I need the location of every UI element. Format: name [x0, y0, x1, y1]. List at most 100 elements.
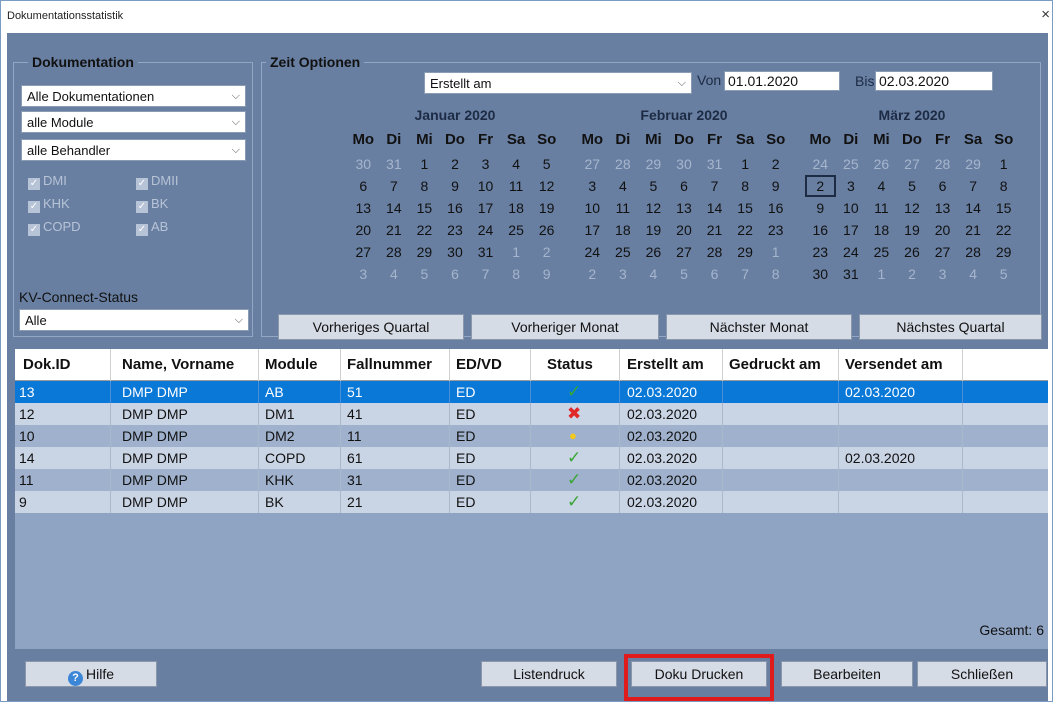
behandler-select[interactable]: alle Behandler ⌵ — [21, 139, 246, 161]
column-header-erstellt[interactable]: Erstellt am — [620, 349, 723, 381]
calendar-day[interactable]: 8 — [988, 175, 1019, 197]
next-month-button[interactable]: Nächster Monat — [666, 314, 852, 340]
calendar-day[interactable]: 1 — [866, 263, 897, 285]
calendar-day[interactable]: 2 — [897, 263, 928, 285]
calendar-day[interactable]: 9 — [805, 197, 836, 219]
calendar-day[interactable]: 21 — [699, 219, 730, 241]
calendar-day[interactable]: 18 — [608, 219, 639, 241]
calendar-day[interactable]: 6 — [699, 263, 730, 285]
calendar-day[interactable]: 8 — [501, 263, 532, 285]
calendar-day[interactable]: 22 — [730, 219, 761, 241]
calendar-day[interactable]: 11 — [608, 197, 639, 219]
calendar-day[interactable]: 27 — [669, 241, 700, 263]
kv-connect-status-select[interactable]: Alle ⌵ — [19, 309, 249, 331]
calendar-day[interactable]: 17 — [836, 219, 867, 241]
calendar-day[interactable]: 28 — [699, 241, 730, 263]
calendar-day[interactable]: 1 — [409, 153, 440, 175]
next-quarter-button[interactable]: Nächstes Quartal — [859, 314, 1042, 340]
calendar-day[interactable]: 28 — [927, 153, 958, 175]
edit-button[interactable]: Bearbeiten — [781, 661, 913, 687]
calendar-day[interactable]: 5 — [531, 153, 562, 175]
close-button[interactable]: Schließen — [917, 661, 1047, 687]
calendar-day[interactable]: 22 — [409, 219, 440, 241]
calendar-day[interactable]: 1 — [988, 153, 1019, 175]
calendar-day[interactable]: 4 — [501, 153, 532, 175]
calendar-day[interactable]: 31 — [836, 263, 867, 285]
calendar-day[interactable]: 29 — [638, 153, 669, 175]
calendar-day[interactable]: 25 — [836, 153, 867, 175]
calendar-day[interactable]: 20 — [927, 219, 958, 241]
doku-drucken-button[interactable]: Doku Drucken — [631, 661, 767, 687]
calendar-day[interactable]: 18 — [501, 197, 532, 219]
calendar-day[interactable]: 5 — [988, 263, 1019, 285]
calendar-day[interactable]: 14 — [699, 197, 730, 219]
calendar-day[interactable]: 18 — [866, 219, 897, 241]
column-header-status[interactable]: Status — [531, 349, 620, 381]
calendar-day[interactable]: 5 — [897, 175, 928, 197]
calendar-day[interactable]: 8 — [760, 263, 791, 285]
calendar-day[interactable]: 31 — [379, 153, 410, 175]
calendar-day[interactable]: 29 — [958, 153, 989, 175]
table-row[interactable]: 14 DMP DMP COPD 61 ED ✓ 02.03.2020 02.03.2020 — [15, 447, 1048, 469]
table-row[interactable]: 11 DMP DMP KHK 31 ED ✓ 02.03.2020 — [15, 469, 1048, 491]
close-icon[interactable]: × — [1041, 7, 1050, 23]
calendar-day[interactable]: 13 — [927, 197, 958, 219]
calendar-day[interactable]: 26 — [897, 241, 928, 263]
calendar-day[interactable]: 9 — [760, 175, 791, 197]
calendar-day[interactable]: 3 — [577, 175, 608, 197]
calendar-day[interactable]: 24 — [805, 153, 836, 175]
calendar-day[interactable]: 6 — [669, 175, 700, 197]
calendar-day[interactable]: 27 — [927, 241, 958, 263]
table-row[interactable]: 10 DMP DMP DM2 11 ED ● 02.03.2020 — [15, 425, 1048, 447]
calendar-day[interactable]: 20 — [669, 219, 700, 241]
calendar-day[interactable]: 9 — [531, 263, 562, 285]
calendar-day[interactable]: 12 — [638, 197, 669, 219]
calendar-day[interactable]: 30 — [669, 153, 700, 175]
checkbox-copd[interactable]: ✓ COPD — [28, 220, 81, 236]
calendar-day[interactable]: 7 — [730, 263, 761, 285]
calendar-day[interactable]: 8 — [730, 175, 761, 197]
calendar-day[interactable]: 3 — [470, 153, 501, 175]
calendar-day[interactable]: 28 — [379, 241, 410, 263]
calendar-day[interactable]: 6 — [440, 263, 471, 285]
calendar-day[interactable]: 21 — [379, 219, 410, 241]
bis-date-input[interactable]: 02.03.2020 — [875, 71, 993, 91]
calendar-day[interactable]: 31 — [470, 241, 501, 263]
calendar-day[interactable]: 6 — [927, 175, 958, 197]
calendar-day[interactable]: 16 — [440, 197, 471, 219]
calendar-day[interactable]: 3 — [836, 175, 867, 197]
calendar-day[interactable]: 11 — [866, 197, 897, 219]
calendar-day[interactable]: 27 — [897, 153, 928, 175]
calendar-day[interactable]: 9 — [440, 175, 471, 197]
calendar-day[interactable]: 29 — [988, 241, 1019, 263]
calendar-day[interactable]: 1 — [760, 241, 791, 263]
calendar-day[interactable]: 31 — [699, 153, 730, 175]
table-row[interactable]: 13 DMP DMP AB 51 ED ✓ 02.03.2020 02.03.2020 — [15, 381, 1048, 403]
calendar-day[interactable]: 28 — [608, 153, 639, 175]
checkbox-khk[interactable]: ✓ KHK — [28, 197, 70, 213]
calendar-day[interactable]: 23 — [805, 241, 836, 263]
previous-quarter-button[interactable]: Vorheriges Quartal — [278, 314, 464, 340]
calendar-day[interactable]: 30 — [348, 153, 379, 175]
calendar-day[interactable]: 2 — [577, 263, 608, 285]
calendar-day[interactable]: 3 — [348, 263, 379, 285]
calendar-day[interactable]: 20 — [348, 219, 379, 241]
list-print-button[interactable]: Listendruck — [481, 661, 617, 687]
calendar-day[interactable]: 13 — [348, 197, 379, 219]
calendar-day[interactable]: 16 — [805, 219, 836, 241]
calendar-day[interactable]: 4 — [379, 263, 410, 285]
calendar-day[interactable]: 29 — [730, 241, 761, 263]
help-button[interactable]: ? Hilfe — [25, 661, 157, 687]
checkbox-bk[interactable]: ✓ BK — [136, 197, 168, 213]
calendar-day[interactable]: 2 — [760, 153, 791, 175]
calendar-day[interactable]: 26 — [638, 241, 669, 263]
calendar-day[interactable]: 22 — [988, 219, 1019, 241]
table-row[interactable]: 9 DMP DMP BK 21 ED ✓ 02.03.2020 — [15, 491, 1048, 513]
documentation-table[interactable]: Dok.ID Name, Vorname Module Fallnummer E… — [15, 349, 1048, 649]
calendar-day[interactable]: 16 — [760, 197, 791, 219]
calendar-day[interactable]: 19 — [531, 197, 562, 219]
calendar-day[interactable]: 10 — [836, 197, 867, 219]
column-header-edvd[interactable]: ED/VD — [450, 349, 531, 381]
calendar-day[interactable]: 25 — [866, 241, 897, 263]
calendar-day[interactable]: 26 — [866, 153, 897, 175]
